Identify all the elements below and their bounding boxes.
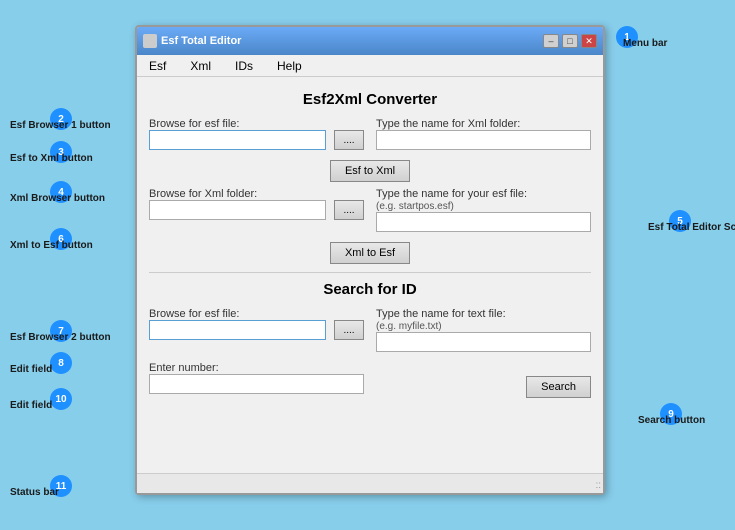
close-button[interactable]: ✕ <box>581 34 597 48</box>
enter-number-label: Enter number: <box>149 362 364 374</box>
search-title: Search for ID <box>149 281 591 298</box>
search-btn-col: Search <box>376 362 591 398</box>
search-esf-browse-button[interactable]: .... <box>334 320 364 340</box>
xml-folder-row <box>376 130 591 150</box>
enter-number-row <box>149 374 364 394</box>
menu-ids[interactable]: IDs <box>231 57 257 75</box>
xml-browse-button[interactable]: .... <box>334 200 364 220</box>
minimize-button[interactable]: – <box>543 34 559 48</box>
enter-number-input[interactable] <box>149 374 364 394</box>
esf-to-xml-btn-row: Esf to Xml <box>149 160 591 182</box>
main-window: Esf Total Editor – □ ✕ Esf Xml IDs Help … <box>135 25 605 495</box>
text-file-hint: (e.g. myfile.txt) <box>376 321 591 332</box>
menu-help[interactable]: Help <box>273 57 306 75</box>
resize-handle: :: <box>595 480 601 491</box>
search-section: Search for ID Browse for esf file: .... … <box>149 281 591 398</box>
menu-bar: Esf Xml IDs Help <box>137 55 603 77</box>
section-divider <box>149 272 591 273</box>
text-file-input[interactable] <box>376 332 591 352</box>
annotation-7-label: Esf Browser 2 button <box>10 332 111 343</box>
annotation-8-circle: 8 <box>50 352 72 374</box>
esf2xml-title: Esf2Xml Converter <box>149 91 591 108</box>
esf-file-input[interactable] <box>149 130 326 150</box>
esf-browse-label: Browse for esf file: <box>149 118 364 130</box>
esf2xml-bottom-row: Browse for Xml folder: .... Type the nam… <box>149 188 591 236</box>
xml-folder-input[interactable] <box>376 130 591 150</box>
search-bottom-row: Enter number: Search <box>149 362 591 398</box>
annotation-5-label: Esf Total Editor Screen <box>648 222 735 233</box>
xml-browse-input[interactable] <box>149 200 326 220</box>
annotation-9-label: Search button <box>638 415 705 426</box>
search-esf-label: Browse for esf file: <box>149 308 364 320</box>
maximize-button[interactable]: □ <box>562 34 578 48</box>
esf-browse-col: Browse for esf file: .... <box>149 118 364 154</box>
annotation-1-label: Menu bar <box>623 38 667 49</box>
annotation-6-label: Xml to Esf button <box>10 240 93 251</box>
esf-browse-button[interactable]: .... <box>334 130 364 150</box>
window-icon <box>143 34 157 48</box>
xml-browse-label: Browse for Xml folder: <box>149 188 364 200</box>
annotation-10-circle: 10 <box>50 388 72 410</box>
xml-to-esf-button[interactable]: Xml to Esf <box>330 242 410 264</box>
menu-xml[interactable]: Xml <box>186 57 215 75</box>
text-file-row <box>376 332 591 352</box>
annotation-10-label: Edit field <box>10 400 52 411</box>
xml-browse-row: .... <box>149 200 364 220</box>
search-esf-row: .... <box>149 320 364 340</box>
xml-browse-col: Browse for Xml folder: .... <box>149 188 364 236</box>
enter-number-col: Enter number: <box>149 362 364 398</box>
search-esf-input[interactable] <box>149 320 326 340</box>
esf-name-col: Type the name for your esf file: (e.g. s… <box>376 188 591 236</box>
annotation-4-label: Xml Browser button <box>10 193 105 204</box>
search-esf-col: Browse for esf file: .... <box>149 308 364 356</box>
annotation-8-label: Edit field <box>10 364 52 375</box>
annotation-3-label: Esf to Xml button <box>10 153 93 164</box>
text-file-label: Type the name for text file: <box>376 308 591 320</box>
esf2xml-top-row: Browse for esf file: .... Type the name … <box>149 118 591 154</box>
menu-esf[interactable]: Esf <box>145 57 170 75</box>
annotation-2-label: Esf Browser 1 button <box>10 120 111 131</box>
esf-name-label: Type the name for your esf file: <box>376 188 591 200</box>
search-top-row: Browse for esf file: .... Type the name … <box>149 308 591 356</box>
xml-folder-col: Type the name for Xml folder: <box>376 118 591 154</box>
status-bar: :: <box>137 473 603 493</box>
esf-name-input[interactable] <box>376 212 591 232</box>
content-area: Esf2Xml Converter Browse for esf file: .… <box>137 77 603 473</box>
esf-to-xml-button[interactable]: Esf to Xml <box>330 160 410 182</box>
xml-to-esf-btn-row: Xml to Esf <box>149 242 591 264</box>
title-bar: Esf Total Editor – □ ✕ <box>137 27 603 55</box>
window-controls: – □ ✕ <box>543 34 597 48</box>
esf-name-row <box>376 212 591 232</box>
window-title: Esf Total Editor <box>161 35 241 47</box>
esf2xml-section: Esf2Xml Converter Browse for esf file: .… <box>149 91 591 264</box>
search-button[interactable]: Search <box>526 376 591 398</box>
text-file-col: Type the name for text file: (e.g. myfil… <box>376 308 591 356</box>
esf-browse-row: .... <box>149 130 364 150</box>
annotation-11-label: Status bar <box>10 487 59 498</box>
esf-name-hint: (e.g. startpos.esf) <box>376 201 591 212</box>
xml-folder-label: Type the name for Xml folder: <box>376 118 591 130</box>
